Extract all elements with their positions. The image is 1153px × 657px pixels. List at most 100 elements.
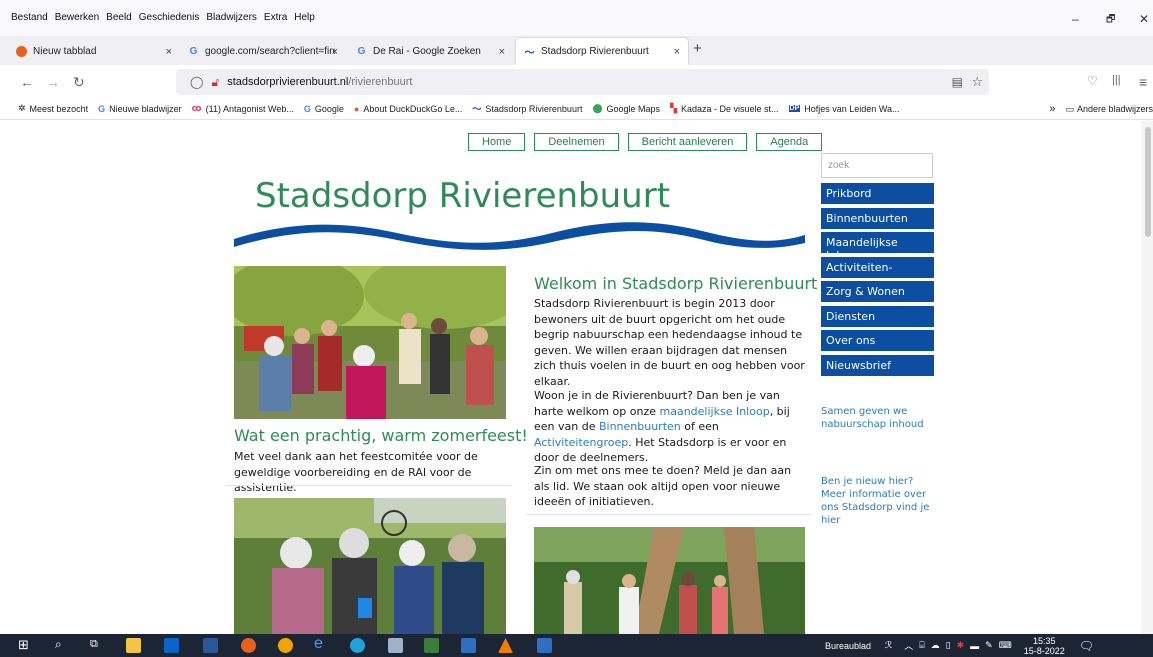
binnenbuurten-link[interactable]: Binnenbuurten (599, 420, 681, 433)
word-icon[interactable] (203, 638, 218, 653)
battery-icon[interactable]: ▯ (946, 640, 951, 651)
bookmark-hofjes[interactable]: DP Hofjes van Leiden Wa... (788, 104, 899, 114)
hamburger-menu-icon[interactable]: ≡ (1139, 74, 1147, 90)
bookmark-star-icon[interactable]: ☆ (971, 74, 983, 90)
nav-home-link[interactable]: Home (468, 133, 526, 151)
app-window-icon[interactable] (461, 638, 476, 653)
menu-extra[interactable]: Extra (264, 12, 287, 23)
bookmark-stadsdorp[interactable]: 〜 Stadsdorp Rivierenbuurt (472, 102, 582, 115)
search-icon[interactable]: ⌕ (55, 637, 70, 652)
tray-app-icon[interactable]: ⌸ (919, 640, 924, 651)
scrollbar-thumb[interactable] (1145, 127, 1151, 237)
left-heading[interactable]: Wat een prachtig, warm zomerfeest! (234, 426, 528, 445)
bookmark-nieuwe-bladwijzer[interactable]: G Nieuwe bladwijzer (98, 104, 182, 114)
sidebar-prikbord[interactable]: Prikbord (821, 183, 934, 204)
divider (526, 514, 811, 515)
other-bookmarks[interactable]: Andere bladwijzers (1077, 104, 1153, 114)
tray-up-chevron-icon[interactable]: ︿ (904, 639, 913, 652)
menu-help[interactable]: Help (294, 12, 315, 23)
menu-beeld[interactable]: Beeld (106, 12, 132, 23)
app-window-icon[interactable] (537, 638, 552, 653)
nav-agenda-link[interactable]: Agenda (756, 133, 823, 151)
sidebar-nabuurschap-link[interactable]: Samen geven we nabuurschap inhoud (821, 405, 933, 431)
tab-de-rai[interactable]: G De Rai - Google Zoeken × (348, 38, 513, 65)
antivirus-icon[interactable]: ✱ (957, 640, 965, 651)
notifications-icon[interactable]: 🗨︎ (1079, 639, 1094, 653)
bookmark-label: (11) Antagonist Web... (205, 103, 294, 114)
cloud-icon[interactable]: ☁ (931, 640, 940, 651)
tab-close-icon[interactable]: × (166, 46, 172, 58)
pen-app-icon[interactable] (388, 638, 403, 653)
tab-strip: Nieuw tabblad × G google.com/search?clie… (0, 36, 1153, 65)
bookmark-kadaza[interactable]: ▚ Kadaza - De visuele st... (670, 103, 778, 114)
bookmark-google-maps[interactable]: ⬤ Google Maps (592, 103, 660, 114)
antagonist-icon: ꝏ (191, 103, 202, 113)
activiteitengroep-link[interactable]: Activiteitengroep (534, 436, 628, 449)
close-window-button[interactable]: ✕ (1139, 12, 1149, 26)
reload-button[interactable]: ↻ (73, 74, 85, 91)
new-tab-button[interactable]: + (693, 40, 702, 57)
sidebar-nieuwsbrief[interactable]: Nieuwsbrief (821, 355, 934, 376)
internet-explorer-icon[interactable]: e (314, 635, 329, 652)
minimize-button[interactable]: – (1072, 12, 1079, 26)
reader-view-icon[interactable]: ▤ (952, 75, 963, 89)
keyboard-icon[interactable]: ⌨ (999, 640, 1012, 651)
shield-icon[interactable]: ◯ (190, 75, 203, 89)
pen-icon[interactable]: ✎ (985, 640, 993, 651)
back-button[interactable]: ← (20, 74, 34, 90)
intro-paragraph: Stadsdorp Rivierenbuurt is begin 2013 do… (534, 297, 805, 388)
tab-close-icon[interactable]: × (332, 46, 338, 58)
chrome-icon[interactable] (278, 638, 293, 653)
menu-bestand[interactable]: Bestand (11, 12, 48, 23)
restore-button[interactable]: 🗗 (1106, 12, 1115, 29)
map-pin-icon: ⬤ (592, 103, 603, 113)
url-bar[interactable]: ◯ 🔓︎ stadsdorprivierenbuurt.nl/rivierenb… (176, 69, 989, 95)
tab-stadsdorp[interactable]: 〜 Stadsdorp Rivierenbuurt × (516, 38, 688, 65)
site-title[interactable]: Stadsdorp Rivierenbuurt (255, 176, 670, 216)
bookmark-antagonist[interactable]: ꝏ (11) Antagonist Web... (192, 103, 294, 114)
divider (226, 485, 511, 486)
bookmark-google[interactable]: G Google (304, 104, 344, 114)
menu-bewerken[interactable]: Bewerken (55, 12, 99, 23)
library-icon[interactable]: ||| (1112, 74, 1121, 86)
task-view-icon[interactable]: ⧉ (90, 638, 105, 653)
network-icon[interactable]: ▬ (970, 641, 979, 651)
maandelijkse-inloop-link[interactable]: maandelijkse Inloop (660, 405, 770, 418)
bookmarks-overflow-button[interactable]: » (1049, 103, 1055, 115)
calculator-icon[interactable] (424, 638, 439, 653)
sidebar-binnenbuurten[interactable]: Binnenbuurten (821, 208, 934, 229)
text: of een (680, 420, 719, 433)
forward-button[interactable]: → (46, 74, 60, 90)
duckduckgo-icon: ● (353, 103, 360, 114)
bookmark-duckduckgo[interactable]: ● About DuckDuckGo Le... (354, 104, 463, 114)
nav-bericht-link[interactable]: Bericht aanleveren (627, 133, 748, 151)
sidebar-diensten[interactable]: Diensten (821, 306, 934, 327)
search-input[interactable]: zoek (821, 153, 933, 178)
tab-new-tab[interactable]: Nieuw tabblad × (8, 38, 180, 65)
edge-icon[interactable] (350, 638, 365, 653)
people-icon[interactable]: ℛ (885, 640, 892, 651)
sidebar-over-ons[interactable]: Over ons (821, 330, 934, 351)
sidebar-zorg-wonen[interactable]: Zorg & Wonen (821, 281, 934, 302)
menu-bladwijzers[interactable]: Bladwijzers (206, 12, 257, 23)
sidebar-nieuw-hier-link[interactable]: Ben je nieuw hier? Meer informatie over … (821, 475, 933, 527)
tab-close-icon[interactable]: × (499, 46, 505, 58)
clock-date: 15-8-2022 (1023, 645, 1065, 656)
lock-warning-icon[interactable]: 🔓︎ (211, 75, 219, 90)
pocket-icon[interactable]: ♡ (1087, 74, 1098, 88)
sidebar-activiteiten-groepen[interactable]: Activiteiten-groepen ▾ (821, 257, 934, 287)
menu-geschiedenis[interactable]: Geschiedenis (139, 12, 200, 23)
desktop-toolbar-label[interactable]: Bureaublad (825, 641, 871, 651)
tab-google-search[interactable]: G google.com/search?client=firef × (180, 38, 346, 65)
clock[interactable]: 15:35 15-8-2022 (1024, 636, 1065, 656)
firefox-taskbar-icon[interactable] (241, 638, 256, 653)
sidebar-maandelijkse-inloop[interactable]: Maandelijkse Inloop (821, 232, 934, 262)
outlook-icon[interactable] (164, 638, 179, 653)
tab-close-icon[interactable]: × (674, 46, 680, 58)
bookmark-meest-bezocht[interactable]: ✲ Meest bezocht (18, 103, 88, 114)
nav-deelnemen-link[interactable]: Deelnemen (534, 133, 619, 151)
vlc-icon[interactable] (498, 638, 513, 653)
url-host: stadsdorprivierenbuurt.nl (227, 76, 349, 88)
file-explorer-icon[interactable] (126, 638, 141, 653)
windows-start-icon[interactable]: ⊞ (18, 637, 33, 652)
